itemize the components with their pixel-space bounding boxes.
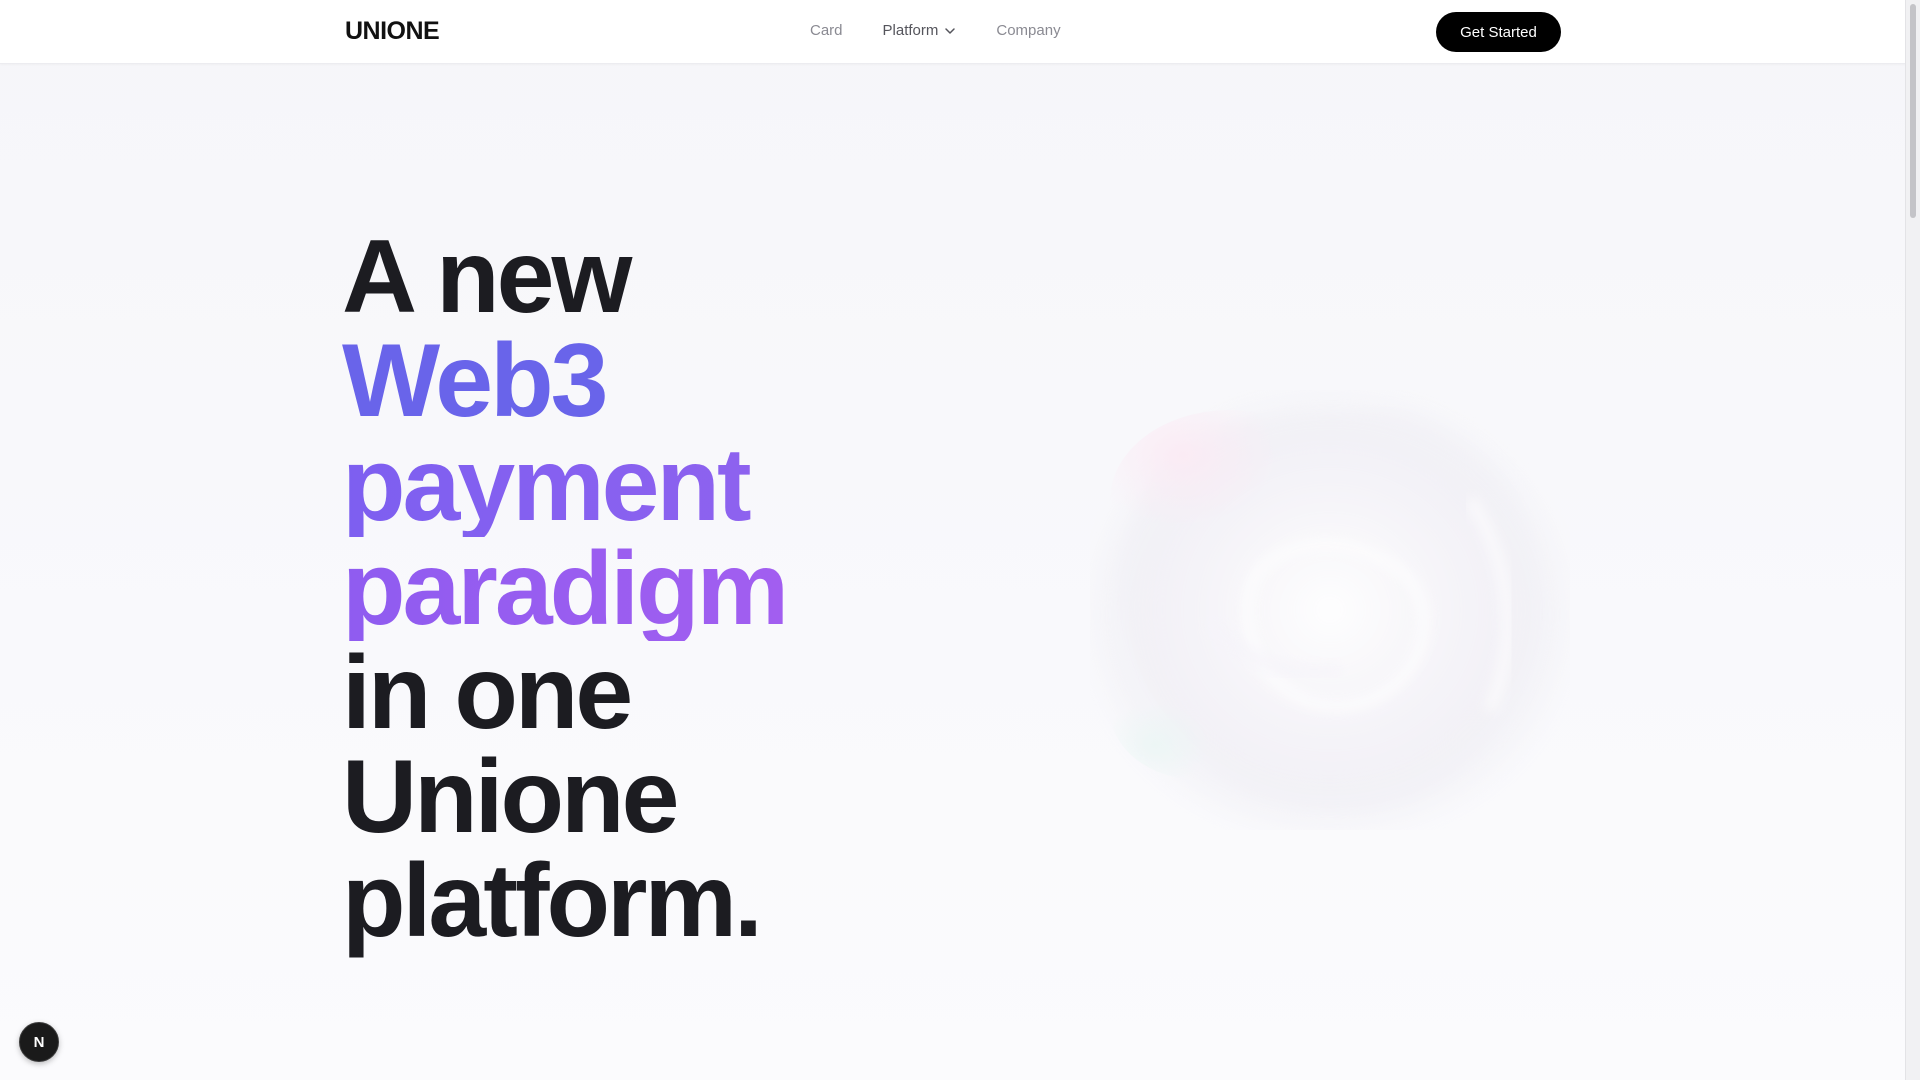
- page: UNIONE Card Platform Company Get Started…: [0, 0, 1920, 1080]
- blob-icon: [1095, 400, 1565, 830]
- page-scrollbar[interactable]: [1905, 0, 1920, 1080]
- nav-item-platform[interactable]: Platform: [883, 22, 957, 39]
- nav-item-company[interactable]: Company: [996, 22, 1060, 39]
- hero-line-2: Web3: [342, 323, 609, 439]
- hero-line-3: payment: [342, 433, 786, 537]
- scrollbar-thumb[interactable]: [1910, 4, 1916, 218]
- hero-line-5: in one: [342, 635, 633, 751]
- chevron-down-icon: [945, 27, 956, 34]
- get-started-button[interactable]: Get Started: [1436, 12, 1561, 52]
- nextjs-icon: N: [34, 1034, 45, 1051]
- nav-item-card-label: Card: [810, 22, 843, 39]
- logo[interactable]: UNIONE: [345, 17, 440, 46]
- hero-line-7: platform.: [342, 843, 763, 959]
- nav-item-platform-label: Platform: [882, 22, 939, 39]
- nav-item-card[interactable]: Card: [810, 22, 843, 39]
- main-nav: Card Platform Company: [810, 22, 1061, 39]
- hero-heading: A new Web3 payment paradigm in one Union…: [342, 219, 789, 959]
- site-header: UNIONE Card Platform Company Get Started: [0, 0, 1906, 64]
- hero-blob-graphic: [1090, 390, 1570, 830]
- hero-line-4: paradigm: [342, 531, 789, 647]
- nextjs-badge-button[interactable]: N: [19, 1022, 59, 1062]
- hero-line-6: Unione: [342, 739, 679, 855]
- nav-item-company-label: Company: [996, 22, 1061, 39]
- badge-letter: N: [34, 1034, 45, 1051]
- hero-line-1: A new: [342, 219, 632, 335]
